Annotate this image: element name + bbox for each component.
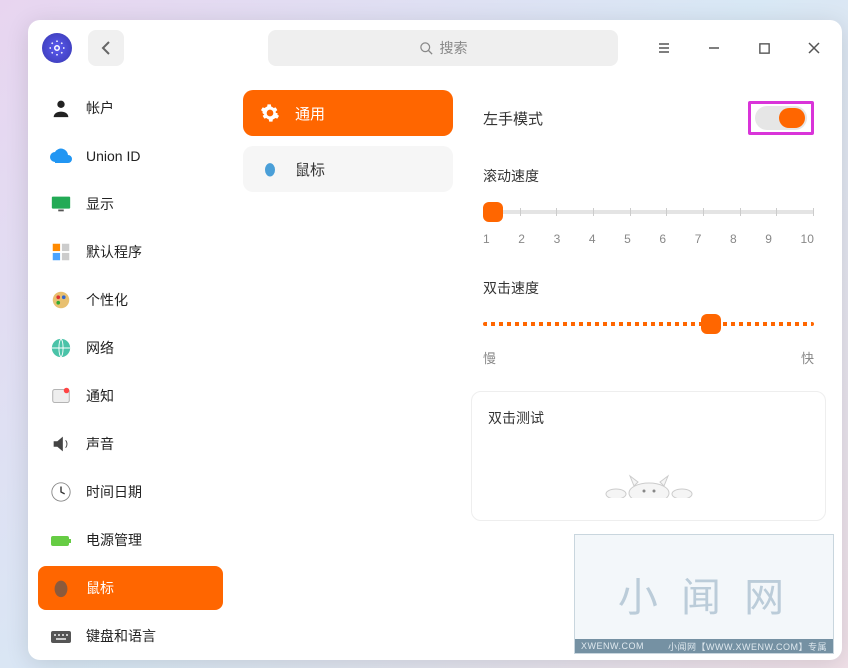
monitor-icon (48, 191, 74, 217)
sidebar-item-label: 电源管理 (86, 530, 142, 550)
sidebar-item-label: 键盘和语言 (86, 626, 156, 646)
min-label: 慢 (483, 348, 496, 367)
doubleclick-speed-slider[interactable] (483, 312, 814, 338)
sidebar-item-datetime[interactable]: 时间日期 (38, 470, 223, 514)
sidebar-item-mouse[interactable]: 鼠标 (38, 566, 223, 610)
mouse-icon (48, 575, 74, 601)
sidebar-item-notification[interactable]: 通知 (38, 374, 223, 418)
section-title: 滚动速度 (483, 166, 814, 186)
cat-illustration (488, 458, 809, 498)
close-button[interactable] (800, 34, 828, 62)
clock-icon (48, 479, 74, 505)
search-input[interactable]: 搜索 (268, 30, 618, 66)
app-icon (42, 33, 72, 63)
titlebar: 搜索 (28, 20, 842, 76)
maximize-button[interactable] (750, 34, 778, 62)
doubleclick-test-box[interactable]: 双击测试 (471, 391, 826, 521)
submenu-item-label: 通用 (295, 103, 325, 124)
section-title: 双击速度 (483, 278, 814, 298)
back-button[interactable] (88, 30, 124, 66)
submenu-item-general[interactable]: 通用 (243, 90, 453, 136)
submenu: 通用 鼠标 (233, 76, 463, 660)
submenu-item-mouse[interactable]: 鼠标 (243, 146, 453, 192)
sidebar-item-sound[interactable]: 声音 (38, 422, 223, 466)
minimize-button[interactable] (700, 34, 728, 62)
search-placeholder: 搜索 (440, 38, 468, 58)
scroll-ticks: 1 2 3 4 5 6 7 8 9 10 (483, 232, 814, 246)
gear-icon (259, 102, 281, 124)
toggle-knob (779, 108, 805, 128)
sidebar-item-power[interactable]: 电源管理 (38, 518, 223, 562)
scroll-speed-slider[interactable] (483, 200, 814, 226)
notification-icon (48, 383, 74, 409)
search-icon (419, 41, 434, 56)
submenu-item-label: 鼠标 (295, 159, 325, 180)
menu-button[interactable] (650, 34, 678, 62)
sidebar-item-account[interactable]: 帐户 (38, 86, 223, 130)
sidebar-item-network[interactable]: 网络 (38, 326, 223, 370)
speaker-icon (48, 431, 74, 457)
scroll-speed-section: 滚动速度 1 2 3 4 5 6 7 8 9 10 (471, 156, 826, 258)
sidebar-item-display[interactable]: 显示 (38, 182, 223, 226)
apps-icon (48, 239, 74, 265)
sidebar-item-personalization[interactable]: 个性化 (38, 278, 223, 322)
sidebar-item-unionid[interactable]: Union ID (38, 134, 223, 178)
user-icon (48, 95, 74, 121)
sidebar-item-label: Union ID (86, 148, 140, 164)
setting-label: 左手模式 (483, 108, 543, 129)
sidebar-item-label: 帐户 (86, 98, 114, 118)
left-hand-mode-row: 左手模式 (471, 90, 826, 146)
sidebar: 帐户 Union ID 显示 默认程序 个性化 网络 (28, 76, 233, 660)
keyboard-icon (48, 623, 74, 649)
section-title: 双击测试 (488, 408, 809, 428)
globe-icon (48, 335, 74, 361)
mouse-icon (259, 158, 281, 180)
sidebar-item-label: 声音 (86, 434, 114, 454)
doubleclick-speed-section: 双击速度 慢 快 (471, 268, 826, 379)
max-label: 快 (801, 348, 814, 367)
sidebar-item-label: 通知 (86, 386, 114, 406)
sidebar-item-defaultapps[interactable]: 默认程序 (38, 230, 223, 274)
sidebar-item-label: 时间日期 (86, 482, 142, 502)
slider-thumb[interactable] (483, 202, 503, 222)
sidebar-item-keyboard[interactable]: 键盘和语言 (38, 614, 223, 658)
sidebar-item-label: 个性化 (86, 290, 128, 310)
content-panel: 左手模式 滚动速度 1 2 3 4 (463, 76, 842, 660)
left-hand-toggle[interactable] (755, 106, 807, 130)
sidebar-item-label: 网络 (86, 338, 114, 358)
sidebar-item-label: 鼠标 (86, 578, 114, 598)
sidebar-item-label: 默认程序 (86, 242, 142, 262)
sidebar-item-label: 显示 (86, 194, 114, 214)
battery-icon (48, 527, 74, 553)
cloud-icon (48, 143, 74, 169)
settings-window: 搜索 帐户 Union ID (28, 20, 842, 660)
highlight-box (748, 101, 814, 135)
slider-thumb[interactable] (701, 314, 721, 334)
palette-icon (48, 287, 74, 313)
